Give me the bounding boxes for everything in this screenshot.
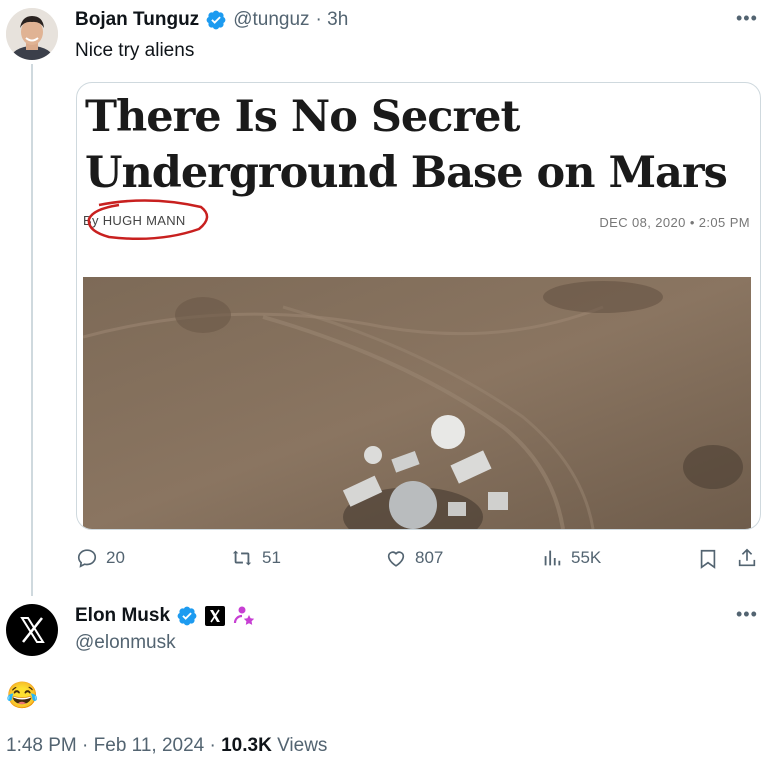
reply-text-emoji: 😂 <box>6 680 39 710</box>
article-date: DEC 08, 2020 • 2:05 PM <box>599 215 750 230</box>
red-circle-annotation <box>87 199 209 241</box>
reply-views-label: Views <box>277 735 328 756</box>
retweet-button[interactable]: 51 <box>230 547 281 569</box>
reply-views-count: 10.3K <box>221 735 272 756</box>
tweet-text: Nice try aliens <box>75 40 195 61</box>
reply-more-options-icon[interactable]: ••• <box>736 604 758 625</box>
thread-line <box>31 64 33 596</box>
like-button[interactable]: 807 <box>385 547 443 569</box>
reply-icon <box>77 549 97 568</box>
x-affiliate-badge-icon <box>205 606 226 626</box>
mars-base-photo <box>83 277 751 529</box>
verified-badge-icon <box>206 10 226 30</box>
author-handle[interactable]: @tunguz <box>233 9 309 31</box>
reply-button[interactable]: 20 <box>76 547 125 569</box>
retweet-icon <box>232 550 252 566</box>
avatar-image <box>6 8 58 60</box>
reply-author-handle[interactable]: @elonmusk <box>75 632 176 654</box>
headline-line-2: Underground Base on Mars <box>85 148 728 198</box>
analytics-icon <box>544 550 561 566</box>
reply-header: Elon Musk <box>75 604 256 628</box>
author-name[interactable]: Bojan Tunguz <box>75 9 199 31</box>
headline-line-1: There Is No Secret <box>85 92 520 142</box>
reply-timestamp[interactable]: 1:48 PM · Feb 11, 2024 · <box>6 735 221 756</box>
views-button[interactable]: 55K <box>541 547 601 569</box>
reply-count: 20 <box>106 548 125 567</box>
retweet-count: 51 <box>262 548 281 567</box>
media-card[interactable]: There Is No Secret Underground Base on M… <box>76 82 761 530</box>
reply-meta: 1:48 PM · Feb 11, 2024 · 10.3K Views <box>6 735 327 757</box>
heart-icon <box>387 551 405 567</box>
government-star-badge-icon <box>233 606 255 625</box>
like-count: 807 <box>415 548 444 567</box>
tweet-time[interactable]: · 3h <box>316 9 349 31</box>
tweet-header: Bojan Tunguz @tunguz · 3h <box>75 9 348 31</box>
views-count: 55K <box>571 548 602 567</box>
reply-author-name[interactable]: Elon Musk <box>75 605 170 627</box>
bookmark-icon[interactable] <box>697 547 719 571</box>
more-options-icon[interactable]: ••• <box>736 8 758 29</box>
avatar-elon[interactable] <box>6 604 58 656</box>
avatar-bojan[interactable] <box>6 8 58 60</box>
x-logo-icon <box>20 617 45 643</box>
article-headline: There Is No Secret Underground Base on M… <box>85 89 755 201</box>
verified-badge-icon <box>177 606 197 626</box>
share-icon[interactable] <box>736 546 758 570</box>
